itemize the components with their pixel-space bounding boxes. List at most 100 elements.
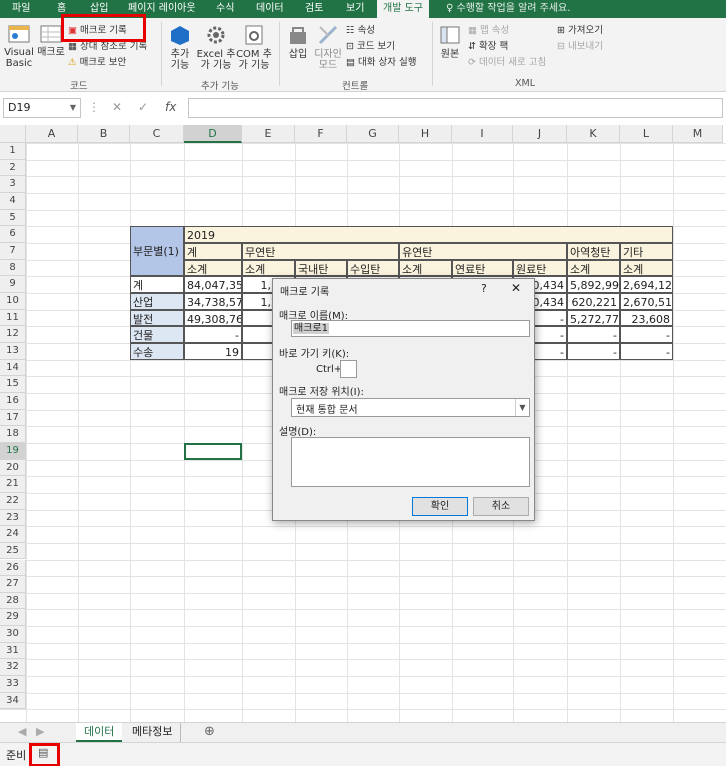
relative-reference-button[interactable]: ▦ 상대 참조로 기록: [68, 40, 147, 54]
description-field[interactable]: [291, 437, 530, 487]
column-header-i[interactable]: I: [452, 125, 513, 143]
table-year-header[interactable]: 2019: [184, 226, 673, 243]
table-row-cell[interactable]: 2,670,518: [620, 292, 673, 310]
row-header-17[interactable]: 17: [0, 409, 26, 427]
table-row-cell[interactable]: 620,221: [567, 292, 620, 310]
row-header-16[interactable]: 16: [0, 392, 26, 410]
row-header-8[interactable]: 8: [0, 259, 26, 277]
table-sub-header[interactable]: 연료탄: [452, 259, 513, 277]
row-header-33[interactable]: 33: [0, 676, 26, 693]
row-header-18[interactable]: 18: [0, 426, 26, 443]
import-button[interactable]: ⊞ 가져오기: [557, 24, 603, 38]
sheet-tab-meta[interactable]: 메타정보: [124, 723, 182, 742]
row-header-12[interactable]: 12: [0, 326, 26, 343]
column-header-f[interactable]: F: [295, 125, 347, 143]
chevron-down-icon[interactable]: ▼: [70, 99, 76, 117]
table-sub-header[interactable]: 수입탄: [347, 259, 399, 277]
column-header-a[interactable]: A: [26, 125, 78, 143]
design-mode-button[interactable]: 디자인 모드: [313, 24, 343, 71]
table-row-cell[interactable]: 5,892,994: [567, 276, 620, 293]
row-header-3[interactable]: 3: [0, 176, 26, 193]
table-group-header[interactable]: 아역청탄: [567, 242, 620, 260]
table-group-header[interactable]: 기타: [620, 242, 673, 260]
chevron-down-icon[interactable]: ▼: [515, 399, 529, 416]
row-header-11[interactable]: 11: [0, 309, 26, 327]
row-header-30[interactable]: 30: [0, 626, 26, 643]
cancel-button[interactable]: 취소: [473, 497, 529, 516]
sheet-tab-data[interactable]: 데이터: [76, 723, 123, 742]
row-header-22[interactable]: 22: [0, 492, 26, 510]
row-header-31[interactable]: 31: [0, 642, 26, 660]
table-group-header[interactable]: 유연탄: [399, 242, 567, 260]
column-header-e[interactable]: E: [242, 125, 295, 143]
ok-button[interactable]: 확인: [412, 497, 468, 516]
column-header-l[interactable]: L: [620, 125, 673, 143]
xml-source-button[interactable]: 원본: [436, 24, 464, 60]
column-header-k[interactable]: K: [567, 125, 620, 143]
select-all-corner[interactable]: [0, 125, 26, 143]
row-header-26[interactable]: 26: [0, 559, 26, 577]
row-header-5[interactable]: 5: [0, 209, 26, 227]
tab-developer[interactable]: 개발 도구: [377, 0, 429, 18]
row-header-15[interactable]: 15: [0, 376, 26, 393]
table-row-cell[interactable]: 23,608: [620, 309, 673, 327]
table-sub-header[interactable]: 소계: [242, 259, 295, 277]
view-code-button[interactable]: ⊡ 코드 보기: [346, 40, 395, 54]
addins-button[interactable]: 추가 기능: [166, 24, 194, 71]
insert-function-icon[interactable]: fx: [165, 100, 176, 114]
table-sub-header[interactable]: 소계: [620, 259, 673, 277]
shortcut-key-field[interactable]: [340, 360, 357, 378]
table-row-cell[interactable]: -: [567, 342, 620, 360]
insert-control-button[interactable]: 삽입: [285, 24, 311, 60]
tab-data[interactable]: 데이터: [256, 0, 284, 18]
table-row-cell[interactable]: 2,694,127: [620, 276, 673, 293]
row-header-9[interactable]: 9: [0, 276, 26, 293]
column-header-d[interactable]: D: [184, 125, 242, 143]
row-header-13[interactable]: 13: [0, 342, 26, 360]
row-header-32[interactable]: 32: [0, 659, 26, 677]
tab-view[interactable]: 보기: [346, 0, 364, 18]
table-row-label[interactable]: 건물: [130, 326, 184, 343]
column-header-c[interactable]: C: [130, 125, 184, 143]
com-addins-button[interactable]: COM 추가 기능: [236, 24, 272, 71]
column-header-j[interactable]: J: [513, 125, 567, 143]
add-sheet-icon[interactable]: ⊕: [196, 723, 223, 742]
row-header-14[interactable]: 14: [0, 359, 26, 377]
row-header-21[interactable]: 21: [0, 476, 26, 493]
properties-button[interactable]: ☷ 속성: [346, 24, 375, 38]
row-header-20[interactable]: 20: [0, 459, 26, 477]
row-header-7[interactable]: 7: [0, 242, 26, 260]
name-box[interactable]: D19 ▼: [3, 98, 81, 118]
enter-icon[interactable]: ✓: [138, 100, 148, 114]
table-row-label[interactable]: 수송: [130, 342, 184, 360]
tell-me-search[interactable]: ♀ 수행할 작업을 알려 주세요.: [446, 0, 570, 18]
formula-input[interactable]: [188, 98, 723, 118]
export-button[interactable]: ⊟ 내보내기: [557, 40, 603, 54]
tab-review[interactable]: 검토: [305, 0, 323, 18]
macro-security-button[interactable]: ⚠ 매크로 보안: [68, 56, 126, 70]
row-header-2[interactable]: 2: [0, 159, 26, 177]
table-sub-header[interactable]: 국내탄: [295, 259, 347, 277]
table-sub-header[interactable]: 원료탄: [513, 259, 567, 277]
tab-file[interactable]: 파일: [12, 0, 30, 18]
table-row-cell[interactable]: 49,308,760: [184, 309, 242, 327]
row-header-29[interactable]: 29: [0, 609, 26, 627]
table-row-label[interactable]: 계: [130, 276, 184, 293]
column-header-m[interactable]: M: [673, 125, 723, 143]
row-header-23[interactable]: 23: [0, 509, 26, 527]
help-icon[interactable]: ?: [481, 282, 487, 295]
excel-addins-button[interactable]: Excel 추가 기능: [196, 24, 236, 71]
table-row-cell[interactable]: -: [620, 326, 673, 343]
table-sub-header[interactable]: 소계: [184, 259, 242, 277]
row-header-1[interactable]: 1: [0, 143, 26, 160]
visual-basic-button[interactable]: Visual Basic: [4, 24, 34, 69]
table-row-label[interactable]: 산업: [130, 292, 184, 310]
table-group-header[interactable]: 계: [184, 242, 242, 260]
table-row-cell[interactable]: 84,047,352: [184, 276, 242, 293]
refresh-data-button[interactable]: ⟳ 데이터 새로 고침: [468, 56, 546, 70]
tab-formulas[interactable]: 수식: [216, 0, 234, 18]
column-header-b[interactable]: B: [78, 125, 130, 143]
table-group-header[interactable]: 무연탄: [242, 242, 399, 260]
table-row-cell[interactable]: 34,738,573: [184, 292, 242, 310]
row-header-27[interactable]: 27: [0, 576, 26, 593]
